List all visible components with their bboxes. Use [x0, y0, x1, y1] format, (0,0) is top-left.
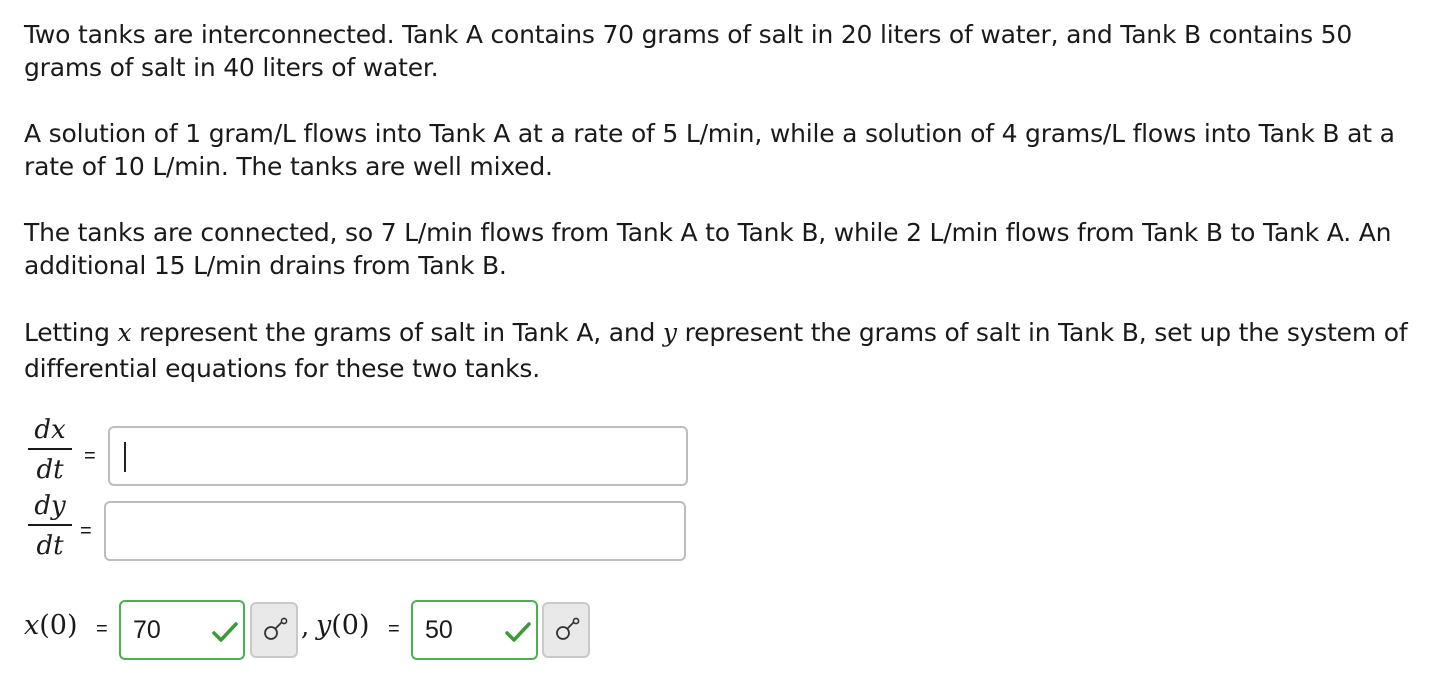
equals-sign: = [388, 618, 400, 640]
dx-dt-fraction: dx dt [28, 414, 72, 486]
check-icon [212, 622, 238, 642]
dt-denominator: dt [36, 531, 64, 561]
preview-key-icon [556, 617, 580, 640]
variable-y: y [662, 318, 677, 347]
problem-paragraph-3: The tanks are connected, so 7 L/min flow… [24, 218, 1392, 280]
problem-paragraph-2: A solution of 1 gram/L flows into Tank A… [24, 119, 1395, 181]
dy-dt-fraction: dy dt [28, 490, 72, 562]
problem-paragraph-1: Two tanks are interconnected. Tank A con… [24, 20, 1353, 82]
x0-value: 70 [133, 616, 161, 644]
variable-x: x [117, 318, 132, 347]
dt-denominator: dt [36, 455, 64, 485]
separator-comma: , [301, 612, 310, 642]
y0-value: 50 [425, 616, 453, 644]
x-variable: x [24, 610, 40, 641]
text-cursor [124, 442, 126, 472]
preview-key-icon [264, 617, 288, 640]
dy-numerator: dy [34, 491, 66, 521]
text-fragment: represent the grams of salt in Tank A, a… [131, 318, 663, 347]
check-icon [505, 622, 531, 642]
problem-paragraph-4: Letting x represent the grams of salt in… [24, 315, 1424, 387]
zero-argument: (0) [331, 610, 370, 641]
equals-sign: = [80, 520, 92, 542]
y0-label: y(0) [316, 610, 370, 641]
dx-dt-answer-input[interactable] [108, 426, 688, 486]
dy-dt-answer-input[interactable] [104, 501, 686, 561]
x0-input[interactable]: 70 [119, 600, 245, 660]
y-variable: y [316, 610, 332, 641]
y0-preview-button[interactable] [542, 602, 590, 658]
x0-preview-button[interactable] [250, 602, 298, 658]
x0-label: x(0) [24, 610, 77, 641]
zero-argument: (0) [39, 610, 78, 641]
fraction-bar [28, 448, 72, 450]
equals-sign: = [96, 618, 108, 640]
equals-sign: = [84, 445, 96, 467]
text-fragment: Letting [24, 318, 118, 347]
dx-numerator: dx [34, 415, 66, 445]
fraction-bar [28, 524, 72, 526]
y0-input[interactable]: 50 [411, 600, 538, 660]
